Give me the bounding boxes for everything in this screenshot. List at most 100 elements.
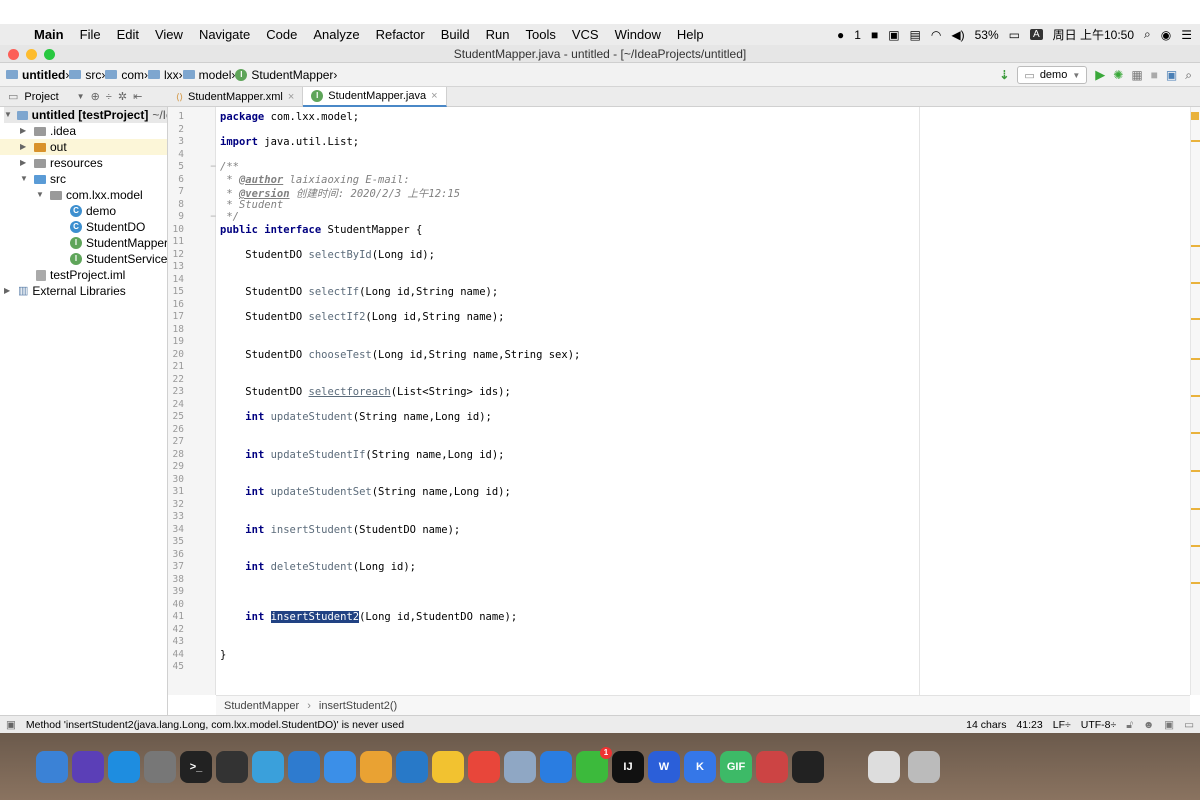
warning-stripe-mark[interactable] bbox=[1191, 358, 1200, 360]
line-number[interactable]: 10 bbox=[168, 224, 184, 235]
warning-stripe-mark[interactable] bbox=[1191, 140, 1200, 142]
tab-studentmapper-xml[interactable]: ⟨⟩ StudentMapper.xml × bbox=[168, 87, 304, 107]
code-line[interactable]: StudentDO selectforeach(List<String> ids… bbox=[220, 386, 511, 398]
project-structure-icon[interactable]: ▣ bbox=[1166, 68, 1177, 82]
edge-icon[interactable] bbox=[288, 750, 320, 783]
collapse-icon[interactable]: ÷ bbox=[106, 91, 112, 103]
crumb-project[interactable]: untitled bbox=[6, 68, 65, 82]
line-number[interactable]: 7 bbox=[168, 186, 184, 197]
line-number[interactable]: 34 bbox=[168, 524, 184, 535]
line-number[interactable]: 39 bbox=[168, 586, 184, 597]
warning-stripe-mark[interactable] bbox=[1191, 508, 1200, 510]
code-line[interactable]: public interface StudentMapper { bbox=[220, 224, 422, 236]
line-number[interactable]: 4 bbox=[168, 149, 184, 160]
editor-scrollbar[interactable] bbox=[1190, 107, 1200, 695]
preview-icon[interactable] bbox=[504, 750, 536, 783]
line-number[interactable]: 42 bbox=[168, 624, 184, 635]
line-number[interactable]: 1 bbox=[168, 111, 184, 122]
wps-icon[interactable]: W bbox=[648, 750, 680, 783]
line-number[interactable]: 22 bbox=[168, 374, 184, 385]
crumb-lxx[interactable]: lxx bbox=[148, 68, 179, 82]
battery-icon[interactable]: ▭ bbox=[1009, 28, 1020, 42]
breadcrumb-method[interactable]: insertStudent2() bbox=[319, 700, 397, 712]
tree-node-package[interactable]: ▼ com.lxx.model bbox=[36, 187, 143, 203]
trash-icon[interactable] bbox=[908, 750, 940, 783]
clipboard-icon[interactable]: ▤ bbox=[910, 28, 921, 42]
code-line[interactable]: StudentDO selectIf(Long id,String name); bbox=[220, 286, 498, 298]
menu-app-name[interactable]: Main bbox=[26, 24, 72, 45]
code-line[interactable]: StudentDO selectIf2(Long id,String name)… bbox=[220, 311, 504, 323]
intellij-icon[interactable]: IJ bbox=[612, 750, 644, 783]
wechat-icon[interactable]: 1 bbox=[576, 746, 612, 783]
line-number[interactable]: 19 bbox=[168, 336, 184, 347]
close-icon[interactable]: × bbox=[288, 91, 294, 103]
siri-icon[interactable] bbox=[72, 750, 104, 783]
crumb-src[interactable]: src bbox=[69, 68, 101, 82]
line-number[interactable]: 11 bbox=[168, 236, 184, 247]
volume-icon[interactable]: ◀) bbox=[951, 28, 964, 42]
warning-stripe-mark[interactable] bbox=[1191, 470, 1200, 472]
line-number[interactable]: 35 bbox=[168, 536, 184, 547]
hector-icon[interactable]: ☻ bbox=[1143, 719, 1154, 731]
warning-stripe-mark[interactable] bbox=[1191, 245, 1200, 247]
line-number[interactable]: 44 bbox=[168, 649, 184, 660]
tree-node-resources[interactable]: ▶ resources bbox=[20, 155, 103, 171]
menu-window[interactable]: Window bbox=[607, 24, 669, 45]
warning-stripe-mark[interactable] bbox=[1191, 545, 1200, 547]
line-number[interactable]: 6 bbox=[168, 174, 184, 185]
expand-arrow-icon[interactable]: ▼ bbox=[4, 107, 13, 123]
build-icon[interactable]: ⇣ bbox=[999, 68, 1009, 82]
kuaiting-icon[interactable]: K bbox=[684, 750, 716, 783]
code-line[interactable]: package com.lxx.model; bbox=[220, 111, 359, 123]
code-line[interactable]: * @author laixiaoxing E-mail: bbox=[220, 174, 409, 186]
line-number[interactable]: 40 bbox=[168, 599, 184, 610]
project-view-select[interactable]: Project bbox=[24, 91, 58, 103]
input-method-icon[interactable]: A bbox=[1029, 29, 1043, 40]
line-number[interactable]: 17 bbox=[168, 311, 184, 322]
gif-icon[interactable]: GIF bbox=[720, 750, 752, 783]
document-icon[interactable] bbox=[868, 750, 900, 783]
code-line[interactable]: StudentDO chooseTest(Long id,String name… bbox=[220, 349, 580, 361]
line-number[interactable]: 15 bbox=[168, 286, 184, 297]
siri-menu-icon[interactable]: ◉ bbox=[1161, 28, 1171, 42]
tree-node-out[interactable]: ▶ out bbox=[0, 139, 167, 155]
line-number[interactable]: 9 bbox=[168, 211, 184, 222]
code-line[interactable]: StudentDO selectById(Long id); bbox=[220, 249, 435, 261]
code-line[interactable]: int updateStudentIf(String name,Long id)… bbox=[220, 449, 504, 461]
maps-icon[interactable] bbox=[540, 750, 572, 783]
tree-node-demo[interactable]: C demo bbox=[70, 203, 116, 219]
warning-stripe-mark[interactable] bbox=[1191, 282, 1200, 284]
line-number[interactable]: 31 bbox=[168, 486, 184, 497]
code-line[interactable]: } bbox=[220, 649, 226, 661]
zoom-window-icon[interactable] bbox=[44, 49, 55, 60]
warning-stripe-mark[interactable] bbox=[1191, 318, 1200, 320]
crumb-model[interactable]: model bbox=[182, 68, 231, 82]
code-line[interactable]: /** bbox=[220, 161, 239, 173]
line-number[interactable]: 18 bbox=[168, 324, 184, 335]
code-line[interactable]: int deleteStudent(Long id); bbox=[220, 561, 416, 573]
line-number[interactable]: 2 bbox=[168, 124, 184, 135]
quicktime-icon[interactable] bbox=[792, 750, 824, 783]
fold-marker-icon[interactable]: − bbox=[208, 161, 216, 172]
chevron-down-icon[interactable]: ▼ bbox=[77, 92, 85, 101]
line-separator[interactable]: LF÷ bbox=[1053, 719, 1071, 731]
menu-view[interactable]: View bbox=[147, 24, 191, 45]
minimize-window-icon[interactable] bbox=[26, 49, 37, 60]
menu-refactor[interactable]: Refactor bbox=[368, 24, 433, 45]
clock[interactable]: 周日 上午10:50 bbox=[1053, 26, 1134, 43]
menu-code[interactable]: Code bbox=[258, 24, 305, 45]
menu-analyze[interactable]: Analyze bbox=[305, 24, 367, 45]
code-editor[interactable]: package com.lxx.model; import java.util.L… bbox=[216, 107, 1190, 695]
chrome-icon[interactable] bbox=[468, 750, 500, 783]
line-number[interactable]: 27 bbox=[168, 436, 184, 447]
menu-edit[interactable]: Edit bbox=[109, 24, 147, 45]
menu-tools[interactable]: Tools bbox=[518, 24, 564, 45]
tab-studentmapper-java[interactable]: I StudentMapper.java × bbox=[303, 87, 447, 107]
feishu-icon[interactable] bbox=[324, 750, 356, 783]
line-number[interactable]: 32 bbox=[168, 499, 184, 510]
java-icon[interactable] bbox=[756, 750, 788, 783]
tree-node-idea[interactable]: ▶ .idea bbox=[20, 123, 76, 139]
line-number[interactable]: 43 bbox=[168, 636, 184, 647]
wechat-status-icon[interactable]: ● bbox=[837, 28, 844, 42]
event-log-icon[interactable]: ▭ bbox=[1184, 719, 1194, 731]
